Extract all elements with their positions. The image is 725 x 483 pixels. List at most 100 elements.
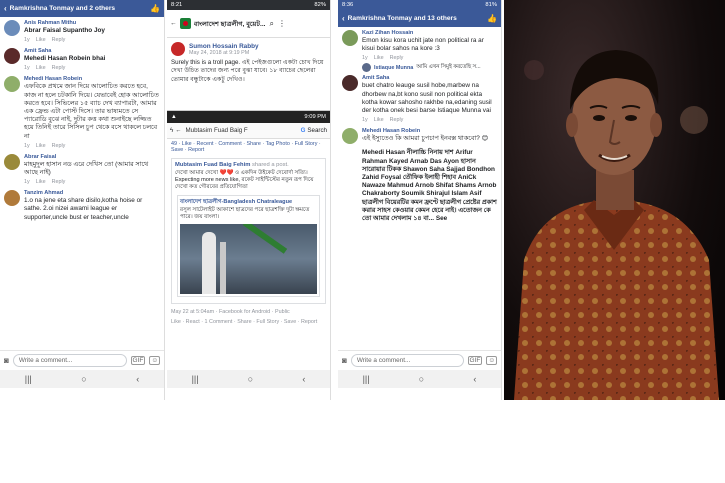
home-icon[interactable]: ○: [81, 374, 86, 384]
back-arrow-icon[interactable]: ←: [170, 20, 177, 27]
camera-icon[interactable]: ◙: [4, 356, 9, 365]
reply-link[interactable]: Reply: [390, 117, 404, 123]
commenter-name[interactable]: Abrar Faisal: [24, 154, 160, 160]
like-link[interactable]: Like: [36, 179, 46, 185]
commenter-name[interactable]: Amit Saha: [24, 48, 160, 54]
commenter-name[interactable]: Mehedi Hasan Robein: [362, 128, 497, 134]
like-icon[interactable]: 👍: [487, 14, 497, 23]
comments-panel-2: 8:36 81% ‹ Ramkrishna Tonmay and 13 othe…: [338, 0, 502, 400]
like-link[interactable]: Like: [36, 143, 46, 149]
like-link[interactable]: Like: [36, 65, 46, 71]
commenter-name[interactable]: Amit Saha: [362, 75, 497, 81]
avatar[interactable]: [4, 20, 20, 36]
back-icon[interactable]: ‹: [473, 374, 476, 384]
post: Sumon Hossain Rabby May 24, 2018 at 9:19…: [167, 38, 330, 88]
status-bar: 8:36 81%: [338, 0, 501, 10]
embedded-screenshot: ▲ 9:09 PM ϟ ← Mubtasim Fuad Baig F G Sea…: [167, 110, 330, 362]
reply-author[interactable]: Istiaque Munna: [374, 65, 413, 71]
reply-link[interactable]: Reply: [52, 179, 66, 185]
portrait-image: [504, 0, 725, 400]
commenter-name[interactable]: Anis Rahman Mithu: [24, 20, 160, 26]
comment-composer: ◙ Write a comment... GIF ☺: [338, 350, 501, 370]
avatar[interactable]: [4, 153, 20, 170]
post-text: Surely this is a troll page. এই পেইজগুলো…: [171, 59, 324, 83]
search-icon[interactable]: ⌕: [270, 19, 274, 29]
more-icon[interactable]: ⋮: [278, 19, 286, 28]
comment-age: 1y: [24, 179, 30, 186]
avatar[interactable]: [4, 190, 20, 207]
avatar[interactable]: [342, 128, 358, 145]
sticker-icon[interactable]: ☺: [149, 356, 160, 365]
sticker-icon[interactable]: ☺: [486, 356, 497, 365]
back-arrow-icon[interactable]: ‹: [342, 14, 345, 23]
back-arrow-icon[interactable]: ‹: [4, 4, 7, 13]
android-nav-bar: ||| ○ ‹: [167, 370, 330, 388]
reply-link[interactable]: Reply: [52, 143, 66, 149]
recent-apps-icon[interactable]: |||: [192, 374, 199, 384]
comment-input[interactable]: Write a comment...: [12, 354, 127, 367]
reply-link[interactable]: Reply: [390, 55, 404, 61]
page-avatar[interactable]: [179, 18, 191, 29]
post-panel: 8:21 82% ← বাংলাদেশ ছাত্রলীগ, বুয়েট... …: [167, 0, 331, 400]
reply-link[interactable]: Reply: [52, 65, 66, 71]
reply-link[interactable]: Reply: [52, 37, 66, 43]
avatar[interactable]: [342, 30, 358, 46]
avatar[interactable]: [4, 48, 20, 65]
camera-icon[interactable]: ◙: [342, 356, 347, 365]
reactions-summary[interactable]: Ramkrishna Tonmay and 2 others: [10, 5, 115, 12]
like-link[interactable]: Like: [36, 37, 46, 43]
home-icon[interactable]: ○: [248, 374, 253, 384]
commenter-name[interactable]: Kazi Zihan Hossain: [362, 30, 497, 36]
back-icon[interactable]: ‹: [302, 374, 305, 384]
comment-text: এই ইস্যুতেও কি আমরা চুপচাপ ইনবক্স থাকবো?…: [362, 135, 489, 143]
rocket-image: [180, 223, 317, 294]
comment-age: 1y: [24, 37, 30, 44]
android-nav-bar: ||| ○ ‹: [338, 370, 501, 388]
embedded-footer-actions: Like · React · 1 Comment · Share · Full …: [171, 318, 318, 325]
reactions-header[interactable]: ‹ Ramkrishna Tonmay and 13 others 👍: [338, 10, 501, 27]
avatar[interactable]: [342, 75, 358, 92]
comment-age: 1y: [24, 142, 30, 149]
original-post: বাংলাদেশ ছাত্রলীগ-Bangladesh Chatraleagu…: [177, 194, 320, 297]
back-icon[interactable]: ‹: [136, 374, 139, 384]
original-text: রসুল সাটেলাইট আকাশে ছাত্রদের পরে ছাত্রশক…: [180, 206, 310, 220]
comment-input[interactable]: Write a comment...: [350, 354, 464, 367]
comment-age: 1y: [24, 65, 30, 72]
comment-text: buet chatro leauge susil hobe,marbew na …: [362, 82, 492, 115]
portrait-photo: [504, 0, 725, 400]
reactions-summary[interactable]: Ramkrishna Tonmay and 13 others: [348, 15, 457, 22]
shared-post: Mubtasim Fuad Baig Fehim shared a post. …: [171, 158, 326, 304]
embedded-actions: 49 · Like · Recent · Comment · Share · T…: [171, 141, 321, 153]
like-link[interactable]: Like: [374, 117, 384, 123]
comment-text: 1.o na jene eta share disilo,kotha hoise…: [24, 197, 143, 221]
reactions-header[interactable]: ‹ Ramkrishna Tonmay and 2 others 👍: [0, 0, 164, 17]
poster-avatar[interactable]: [171, 42, 185, 56]
commenter-name[interactable]: Mehedi Hasan Robein: [24, 76, 160, 82]
sharer-name: Mubtasim Fuad Baig Fehim: [175, 162, 251, 168]
google-icon: G: [300, 127, 306, 134]
embedded-title: Mubtasim Fuad Baig F: [185, 127, 248, 134]
post-date[interactable]: May 24, 2018 at 9:19 PM: [189, 50, 259, 56]
avatar[interactable]: [4, 76, 20, 93]
portrait-drawing: [514, 50, 719, 400]
gif-icon[interactable]: GIF: [467, 356, 483, 365]
poster-name[interactable]: Sumon Hossain Rabby: [189, 43, 259, 50]
android-nav-bar: ||| ○ ‹: [0, 370, 164, 388]
page-title[interactable]: বাংলাদেশ ছাত্রলীগ, বুয়েট...: [194, 18, 266, 30]
reply-preview[interactable]: Istiaque Munna আমি এখন সিমুই করতেছি স...: [338, 63, 501, 73]
status-time: 8:21: [171, 2, 183, 8]
comment: Anis Rahman Mithu Abrar Faisal Supantho …: [0, 17, 164, 45]
avatar[interactable]: [362, 63, 371, 73]
like-link[interactable]: Like: [374, 55, 384, 61]
gif-icon[interactable]: GIF: [130, 356, 146, 365]
recent-apps-icon[interactable]: |||: [25, 374, 32, 384]
recent-apps-icon[interactable]: |||: [363, 374, 370, 384]
share-action: shared a post.: [252, 162, 289, 168]
page-header: ← বাংলাদেশ ছাত্রলীগ, বুয়েট... ⌕ ⋮: [167, 10, 330, 38]
reply-text: আমি এখন সিমুই করতেছি স...: [416, 63, 481, 70]
embedded-status-bar: ▲ 9:09 PM: [167, 111, 330, 123]
home-icon[interactable]: ○: [419, 374, 424, 384]
commenter-name[interactable]: Tanzim Ahmad: [24, 190, 160, 196]
like-icon[interactable]: 👍: [150, 4, 160, 13]
search-label: Search: [307, 127, 327, 134]
